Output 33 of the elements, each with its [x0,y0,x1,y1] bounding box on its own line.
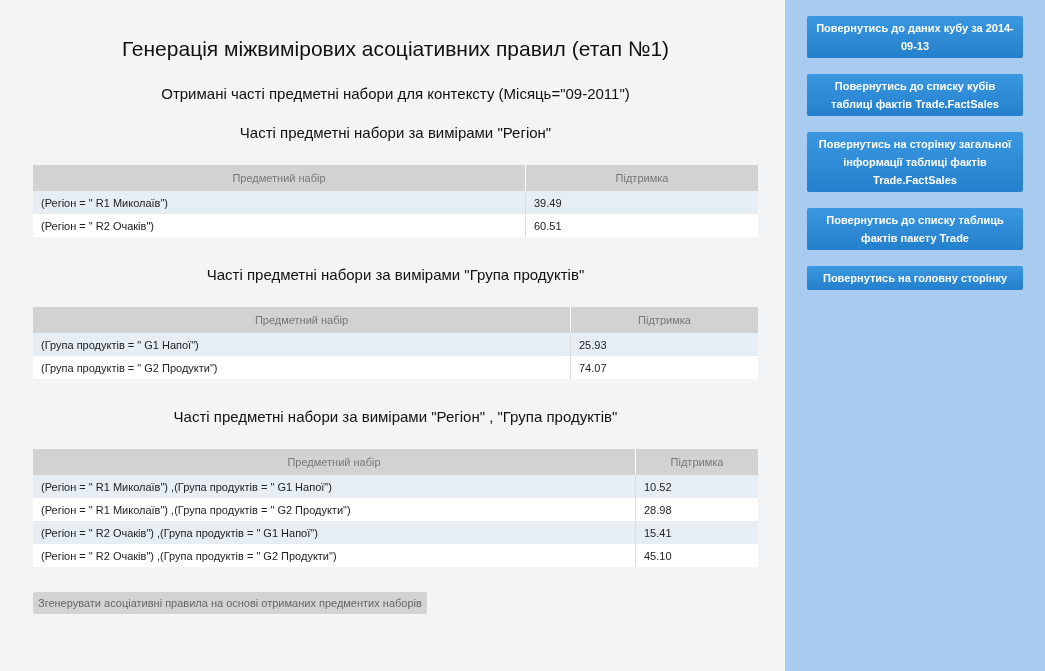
table-cell: 60.51 [525,214,758,237]
table-cell: (Регіон = " R2 Очаків") ,(Група продуктів = " G1 Напої") [33,521,636,544]
column-header: Підтримка [635,449,758,475]
navigation-button[interactable]: Повернутись до списку таблиць фактів пакету Trade [807,208,1023,250]
subtitle: Отримані часті предметні набори для контексту (Місяць="09-2011") [160,85,631,102]
generate-button[interactable]: Згенерувати асоціативні правила на основі отриманих предментих наборів [33,592,427,614]
column-header: Предметний набір [33,449,636,475]
column-header: Підтримка [525,165,758,191]
table-cell: (Регіон = " R2 Очаків") ,(Група продуктів = " G2 Продукти") [33,544,636,567]
table-cell: (Група продуктів = " G1 Напої") [33,333,571,356]
navigation-button[interactable]: Повернутись на сторінку загальної інформації таблиці фактів Trade.FactSales [807,132,1023,192]
table-cell: 15.41 [635,521,758,544]
table-cell: (Група продуктів = " G2 Продукти") [33,356,571,379]
table-cell: (Регіон = " R1 Миколаїв") ,(Група продуктів = " G2 Продукти") [33,498,636,521]
table-cell: 39.49 [525,191,758,214]
table-cell: (Регіон = " R1 Миколаїв") [33,191,526,214]
section-heading: Часті предметні набори за вимірами "Група продуктів" [205,266,586,283]
column-header: Предметний набір [33,307,571,333]
column-header: Підтримка [570,307,758,333]
table-cell: (Регіон = " R2 Очаків") [33,214,526,237]
navigation-button[interactable]: Повернутись до списку кубів таблиці фактів Trade.FactSales [807,74,1023,116]
column-header: Предметний набір [33,165,526,191]
table-cell: 74.07 [570,356,758,379]
table-cell: 28.98 [635,498,758,521]
table-cell: (Регіон = " R1 Миколаїв") ,(Група продуктів = " G1 Напої") [33,475,636,498]
page-title: Генерація міжвимірових асоціативних правил (етап №1) [120,37,671,61]
table-cell: 45.10 [635,544,758,567]
navigation-button[interactable]: Повернутись на головну сторінку [807,266,1023,290]
table-cell: 25.93 [570,333,758,356]
section-heading: Часті предметні набори за вимірами "Регіон" , "Група продуктів" [172,408,619,425]
section-heading: Часті предметні набори за вимірами "Регіон" [238,124,553,141]
navigation-button[interactable]: Повернутись до даних кубу за 2014-09-13 [807,16,1023,58]
table-cell: 10.52 [635,475,758,498]
